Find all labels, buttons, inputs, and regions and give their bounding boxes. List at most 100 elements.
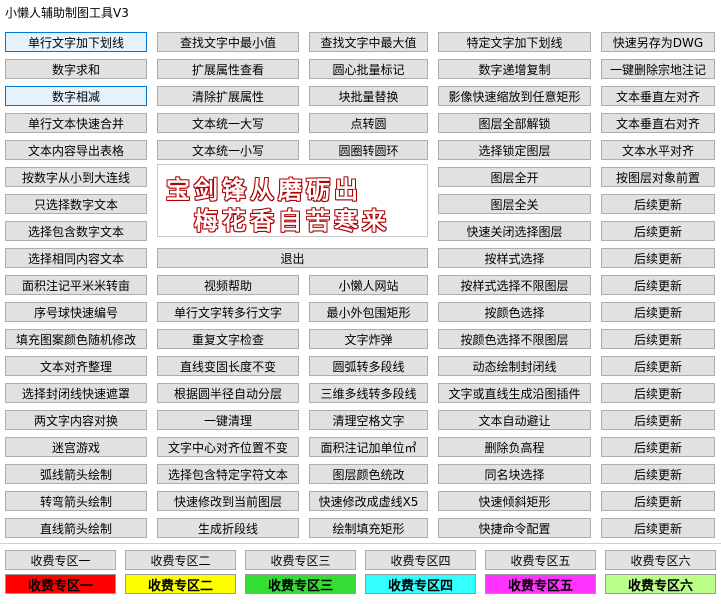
- tool-button[interactable]: 同名块选择: [438, 464, 591, 484]
- tool-button[interactable]: 文本统一大写: [157, 113, 299, 133]
- tool-button[interactable]: 块批量替换: [309, 86, 428, 106]
- tool-button[interactable]: 按样式选择不限图层: [438, 275, 591, 295]
- tool-button[interactable]: 圆圈转圆环: [309, 140, 428, 160]
- tool-button[interactable]: 数字相减: [5, 86, 147, 106]
- tool-button[interactable]: 面积注记平米米转亩: [5, 275, 147, 295]
- tool-button[interactable]: 文本垂直左对齐: [601, 86, 715, 106]
- tool-button[interactable]: 按样式选择: [438, 248, 591, 268]
- tool-button[interactable]: 重复文字检查: [157, 329, 299, 349]
- paid-zone-tile[interactable]: 收费专区四: [365, 574, 476, 594]
- tool-button[interactable]: 文本垂直右对齐: [601, 113, 715, 133]
- tool-button[interactable]: 选择锁定图层: [438, 140, 591, 160]
- tool-button[interactable]: 查找文字中最小值: [157, 32, 299, 52]
- tool-button[interactable]: 快速修改到当前图层: [157, 491, 299, 511]
- tool-button[interactable]: 文本对齐整理: [5, 356, 147, 376]
- tool-button[interactable]: 三维多线转多段线: [309, 383, 428, 403]
- tool-button[interactable]: 图层全开: [438, 167, 591, 187]
- tool-button[interactable]: 选择相同内容文本: [5, 248, 147, 268]
- coming-soon-button[interactable]: 后续更新: [601, 329, 715, 349]
- coming-soon-button[interactable]: 后续更新: [601, 356, 715, 376]
- tool-button[interactable]: 视频帮助: [157, 275, 299, 295]
- tool-button[interactable]: 直线变固长度不变: [157, 356, 299, 376]
- exit-button[interactable]: 退出: [157, 248, 428, 268]
- tool-button[interactable]: 清理空格文字: [309, 410, 428, 430]
- tool-button[interactable]: 扩展属性查看: [157, 59, 299, 79]
- tool-button[interactable]: 文字炸弹: [309, 329, 428, 349]
- paid-zone-tile[interactable]: 收费专区三: [245, 574, 356, 594]
- tool-button[interactable]: 绘制填充矩形: [309, 518, 428, 538]
- tool-button[interactable]: 动态绘制封闭线: [438, 356, 591, 376]
- paid-zone-tile[interactable]: 收费专区一: [5, 574, 116, 594]
- tool-button[interactable]: 快速倾斜矩形: [438, 491, 591, 511]
- coming-soon-button[interactable]: 后续更新: [601, 410, 715, 430]
- tool-button[interactable]: 文本水平对齐: [601, 140, 715, 160]
- tool-button[interactable]: 影像快速缩放到任意矩形: [438, 86, 591, 106]
- tool-button[interactable]: 文本内容导出表格: [5, 140, 147, 160]
- tool-button[interactable]: 图层全部解锁: [438, 113, 591, 133]
- tool-button[interactable]: 选择封闭线快速遮罩: [5, 383, 147, 403]
- paid-zone-button[interactable]: 收费专区五: [485, 550, 596, 570]
- paid-zone-button[interactable]: 收费专区三: [245, 550, 356, 570]
- coming-soon-button[interactable]: 后续更新: [601, 275, 715, 295]
- tool-button[interactable]: 快速修改成虚线X5: [309, 491, 428, 511]
- tool-button[interactable]: 单行文字转多行文字: [157, 302, 299, 322]
- tool-button[interactable]: 生成折段线: [157, 518, 299, 538]
- tool-button[interactable]: 文本统一小写: [157, 140, 299, 160]
- tool-button[interactable]: 快速另存为DWG: [601, 32, 715, 52]
- coming-soon-button[interactable]: 后续更新: [601, 383, 715, 403]
- tool-button[interactable]: 按图层对象前置: [601, 167, 715, 187]
- tool-button[interactable]: 文本自动避让: [438, 410, 591, 430]
- paid-zone-tile[interactable]: 收费专区二: [125, 574, 236, 594]
- tool-button[interactable]: 按颜色选择: [438, 302, 591, 322]
- tool-button[interactable]: 直线箭头绘制: [5, 518, 147, 538]
- tool-button[interactable]: 转弯箭头绘制: [5, 491, 147, 511]
- tool-button[interactable]: 一键清理: [157, 410, 299, 430]
- tool-button[interactable]: 选择包含特定字符文本: [157, 464, 299, 484]
- tool-button[interactable]: 图层全关: [438, 194, 591, 214]
- tool-button[interactable]: 最小外包围矩形: [309, 302, 428, 322]
- tool-button[interactable]: 清除扩展属性: [157, 86, 299, 106]
- tool-button[interactable]: 图层颜色统改: [309, 464, 428, 484]
- tool-button[interactable]: 点转圆: [309, 113, 428, 133]
- coming-soon-button[interactable]: 后续更新: [601, 221, 715, 241]
- coming-soon-button[interactable]: 后续更新: [601, 518, 715, 538]
- tool-button[interactable]: 快捷命令配置: [438, 518, 591, 538]
- coming-soon-button[interactable]: 后续更新: [601, 464, 715, 484]
- tool-button[interactable]: 特定文字加下划线: [438, 32, 591, 52]
- tool-button[interactable]: 查找文字中最大值: [309, 32, 428, 52]
- tool-button[interactable]: 数字求和: [5, 59, 147, 79]
- tool-button[interactable]: 只选择数字文本: [5, 194, 147, 214]
- tool-button[interactable]: 一键删除宗地注记: [601, 59, 715, 79]
- tool-button[interactable]: 删除负高程: [438, 437, 591, 457]
- tool-button[interactable]: 按数字从小到大连线: [5, 167, 147, 187]
- tool-button[interactable]: 快速关闭选择图层: [438, 221, 591, 241]
- paid-zone-tile[interactable]: 收费专区五: [485, 574, 596, 594]
- tool-button[interactable]: 面积注记加单位㎡: [309, 437, 428, 457]
- paid-zone-button[interactable]: 收费专区一: [5, 550, 116, 570]
- tool-button[interactable]: 圆心批量标记: [309, 59, 428, 79]
- tool-button[interactable]: 数字递增复制: [438, 59, 591, 79]
- paid-zone-tile[interactable]: 收费专区六: [605, 574, 716, 594]
- tool-button[interactable]: 选择包含数字文本: [5, 221, 147, 241]
- paid-zone-button[interactable]: 收费专区二: [125, 550, 236, 570]
- coming-soon-button[interactable]: 后续更新: [601, 437, 715, 457]
- tool-button[interactable]: 小懒人网站: [309, 275, 428, 295]
- coming-soon-button[interactable]: 后续更新: [601, 302, 715, 322]
- tool-button[interactable]: 弧线箭头绘制: [5, 464, 147, 484]
- tool-button[interactable]: 填充图案颜色随机修改: [5, 329, 147, 349]
- tool-button[interactable]: 文字中心对齐位置不变: [157, 437, 299, 457]
- paid-zone-button[interactable]: 收费专区四: [365, 550, 476, 570]
- tool-button[interactable]: 两文字内容对换: [5, 410, 147, 430]
- coming-soon-button[interactable]: 后续更新: [601, 248, 715, 268]
- tool-button[interactable]: 迷宫游戏: [5, 437, 147, 457]
- paid-zone-button[interactable]: 收费专区六: [605, 550, 716, 570]
- tool-button[interactable]: 序号球快速编号: [5, 302, 147, 322]
- tool-button[interactable]: 圆弧转多段线: [309, 356, 428, 376]
- tool-button[interactable]: 根据圆半径自动分层: [157, 383, 299, 403]
- coming-soon-button[interactable]: 后续更新: [601, 194, 715, 214]
- tool-button[interactable]: 单行文本快速合并: [5, 113, 147, 133]
- tool-button[interactable]: 单行文字加下划线: [5, 32, 147, 52]
- tool-button[interactable]: 按颜色选择不限图层: [438, 329, 591, 349]
- coming-soon-button[interactable]: 后续更新: [601, 491, 715, 511]
- tool-button[interactable]: 文字或直线生成沿图插件: [438, 383, 591, 403]
